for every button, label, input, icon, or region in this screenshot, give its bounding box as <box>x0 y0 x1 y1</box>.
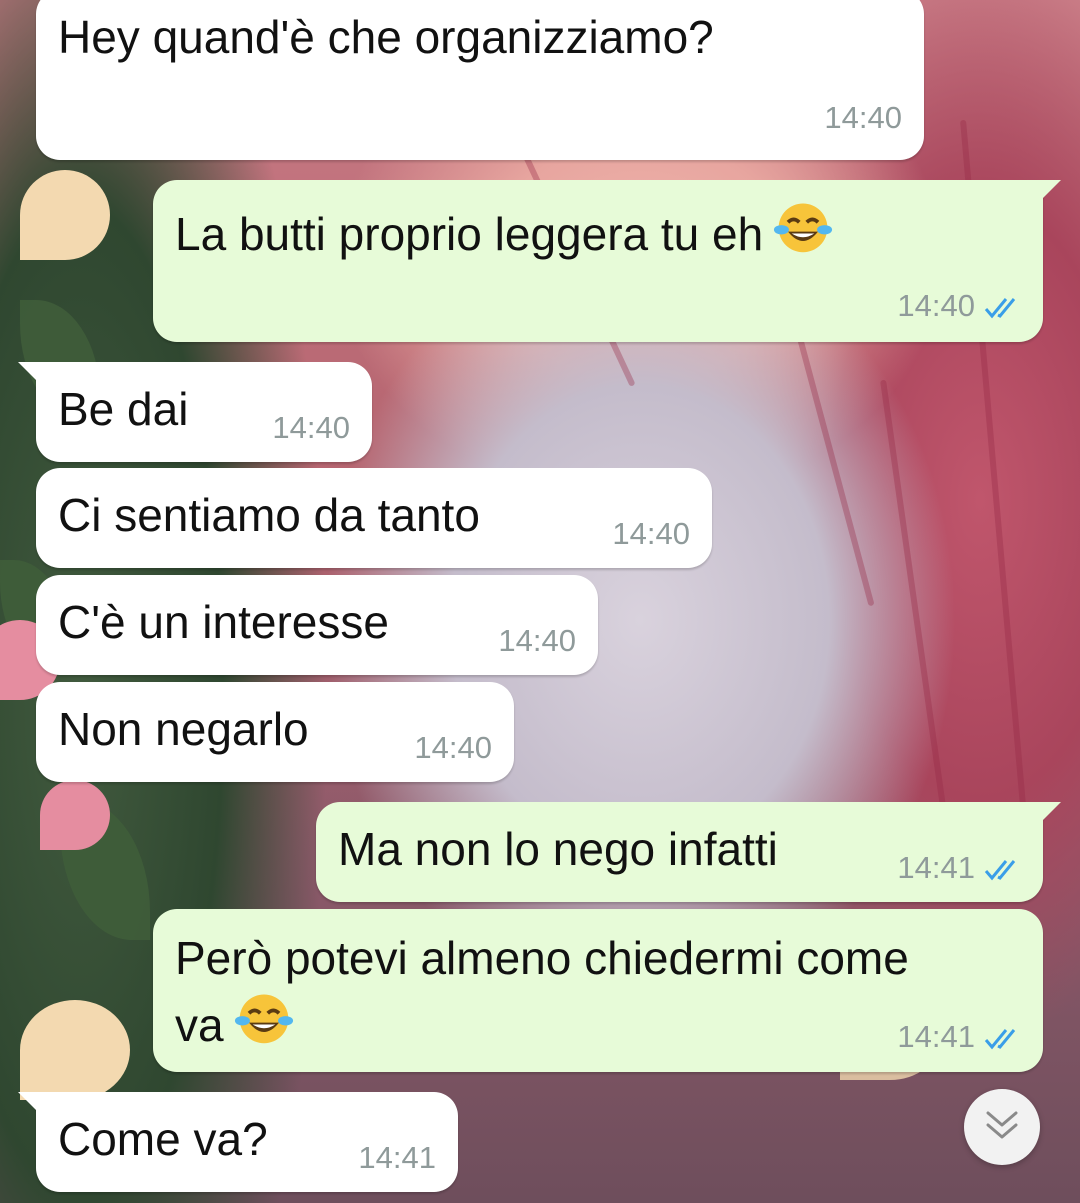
message-text: C'è un interesse <box>58 596 389 648</box>
outgoing-message[interactable]: La butti proprio leggera tu eh 14:40 <box>153 180 1061 342</box>
read-ticks-icon <box>984 860 1016 881</box>
incoming-message[interactable]: Non negarlo 14:40 <box>36 682 514 782</box>
outgoing-message[interactable]: Però potevi almeno chiedermi come va 14:… <box>153 909 1043 1072</box>
message-time: 14:40 <box>897 288 975 323</box>
message-time: 14:40 <box>498 623 576 658</box>
double-chevron-down-icon <box>986 1111 1018 1139</box>
message-time: 14:41 <box>897 1019 975 1054</box>
incoming-message[interactable]: Hey quand'è che organizziamo? 14:40 <box>36 0 924 160</box>
message-time: 14:40 <box>414 730 492 765</box>
message-text: Ma non lo nego infatti <box>338 823 778 875</box>
message-text: Come va? <box>58 1113 268 1165</box>
incoming-message[interactable]: C'è un interesse 14:40 <box>36 575 598 675</box>
message-text: Be dai <box>58 383 189 435</box>
message-text: Hey quand'è che organizziamo? <box>58 11 714 63</box>
message-text-line-1: Però potevi almeno chiedermi come <box>175 932 909 984</box>
message-text: La butti proprio leggera tu eh <box>175 196 833 265</box>
message-time: 14:41 <box>358 1140 436 1175</box>
read-ticks-icon <box>984 1029 1016 1050</box>
message-time: 14:40 <box>612 516 690 551</box>
face-with-tears-of-joy-icon <box>774 203 833 253</box>
outgoing-message[interactable]: Ma non lo nego infatti 14:41 <box>316 802 1061 902</box>
message-text: Ci sentiamo da tanto <box>58 489 480 541</box>
incoming-message[interactable]: Come va? 14:41 <box>18 1092 458 1192</box>
message-list: Hey quand'è che organizziamo? 14:40 La b… <box>0 0 1080 1203</box>
message-text-content: La butti proprio leggera tu eh <box>175 208 764 260</box>
message-time: 14:41 <box>897 850 975 885</box>
incoming-message[interactable]: Ci sentiamo da tanto 14:40 <box>36 468 712 568</box>
message-text-line-2: va <box>175 987 294 1056</box>
message-time: 14:40 <box>824 100 902 135</box>
message-time: 14:40 <box>272 410 350 445</box>
face-with-tears-of-joy-icon <box>234 994 293 1044</box>
read-ticks-icon <box>984 298 1016 319</box>
message-text-content: va <box>175 999 224 1051</box>
message-text: Non negarlo <box>58 703 309 755</box>
scroll-to-bottom-button[interactable] <box>964 1089 1040 1165</box>
incoming-message[interactable]: Be dai 14:40 <box>18 362 372 462</box>
